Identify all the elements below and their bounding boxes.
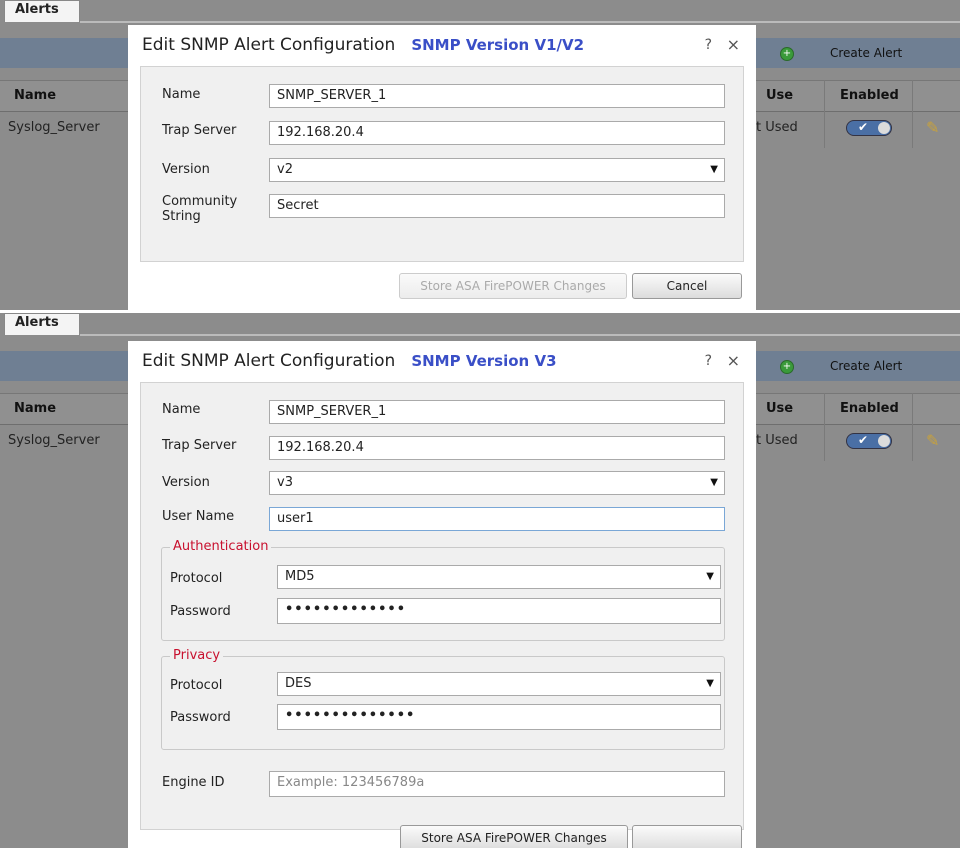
auth-protocol-label: Protocol [170, 571, 223, 586]
dialog-form: Name SNMP_SERVER_1 Trap Server 192.168.2… [140, 382, 744, 830]
edit-pencil-icon[interactable]: ✎ [926, 431, 939, 450]
version-label: Version [162, 162, 210, 177]
user-name-input[interactable]: user1 [269, 507, 725, 531]
store-changes-button[interactable]: Store ASA FirePOWER Changes [399, 273, 627, 299]
tab-divider [80, 21, 960, 23]
add-icon[interactable]: + [780, 47, 794, 61]
create-alert-button[interactable]: Create Alert [830, 46, 902, 60]
user-name-label: User Name [162, 509, 235, 524]
privacy-protocol-select[interactable]: DES [277, 672, 721, 696]
auth-protocol-select[interactable]: MD5 [277, 565, 721, 589]
create-alert-button[interactable]: Create Alert [830, 359, 902, 373]
community-string-input[interactable]: Secret [269, 194, 725, 218]
column-header-enabled[interactable]: Enabled [840, 401, 899, 416]
edit-snmp-dialog: Edit SNMP Alert Configuration SNMP Versio… [128, 341, 756, 848]
cancel-button[interactable] [632, 825, 742, 848]
snmp-version-note: SNMP Version V3 [411, 352, 557, 370]
dialog-title: Edit SNMP Alert Configuration SNMP Versio… [142, 351, 557, 371]
auth-password-input[interactable]: ••••••••••••• [277, 598, 721, 624]
dialog-title-text: Edit SNMP Alert Configuration [142, 351, 396, 371]
add-icon[interactable]: + [780, 360, 794, 374]
close-icon[interactable]: × [727, 35, 740, 54]
column-header-enabled[interactable]: Enabled [840, 88, 899, 103]
version-label: Version [162, 475, 210, 490]
name-label: Name [162, 402, 201, 417]
auth-password-label: Password [170, 604, 231, 619]
column-header-name[interactable]: Name [14, 401, 56, 416]
name-input[interactable]: SNMP_SERVER_1 [269, 84, 725, 108]
column-header-use[interactable]: Use [766, 88, 793, 103]
row-use: t Used [756, 433, 798, 448]
dialog-form: Name SNMP_SERVER_1 Trap Server 192.168.2… [140, 66, 744, 262]
toggle-knob [878, 122, 890, 134]
snmp-version-note: SNMP Version V1/V2 [411, 36, 585, 54]
version-select[interactable]: v2 [269, 158, 725, 182]
column-divider [824, 393, 825, 461]
store-changes-button[interactable]: Store ASA FirePOWER Changes [400, 825, 628, 848]
column-divider [824, 80, 825, 148]
row-use: t Used [756, 120, 798, 135]
column-header-name[interactable]: Name [14, 88, 56, 103]
privacy-protocol-label: Protocol [170, 678, 223, 693]
check-icon: ✔ [858, 433, 869, 447]
row-name: Syslog_Server [8, 120, 100, 135]
community-string-label: Community String [162, 194, 238, 224]
privacy-password-label: Password [170, 710, 231, 725]
column-divider [912, 393, 913, 461]
name-label: Name [162, 87, 201, 102]
cancel-button[interactable]: Cancel [632, 273, 742, 299]
privacy-password-input[interactable]: •••••••••••••• [277, 704, 721, 730]
version-select[interactable]: v3 [269, 471, 725, 495]
close-icon[interactable]: × [727, 351, 740, 370]
snmp-v3-panel: Alerts + Create Alert Name Use Enabled S… [0, 313, 960, 848]
check-icon: ✔ [858, 120, 869, 134]
name-input[interactable]: SNMP_SERVER_1 [269, 400, 725, 424]
engine-id-input[interactable]: Example: 123456789a [269, 771, 725, 797]
enabled-toggle[interactable]: ✔ [846, 433, 892, 449]
dialog-title-text: Edit SNMP Alert Configuration [142, 35, 396, 55]
engine-id-label: Engine ID [162, 775, 225, 790]
trap-server-label: Trap Server [162, 438, 237, 453]
row-name: Syslog_Server [8, 433, 100, 448]
alerts-tab[interactable]: Alerts [4, 0, 80, 22]
column-divider [912, 80, 913, 148]
trap-server-input[interactable]: 192.168.20.4 [269, 121, 725, 145]
authentication-group: Authentication Protocol MD5 Password •••… [161, 539, 725, 641]
privacy-legend: Privacy [170, 648, 224, 663]
privacy-group: Privacy Protocol DES Password ••••••••••… [161, 648, 725, 750]
help-icon[interactable]: ? [705, 353, 712, 369]
dialog-title: Edit SNMP Alert Configuration SNMP Versio… [142, 35, 584, 55]
tab-divider [80, 334, 960, 336]
toggle-knob [878, 435, 890, 447]
edit-pencil-icon[interactable]: ✎ [926, 118, 939, 137]
enabled-toggle[interactable]: ✔ [846, 120, 892, 136]
alerts-tab[interactable]: Alerts [4, 313, 80, 335]
trap-server-input[interactable]: 192.168.20.4 [269, 436, 725, 460]
column-header-use[interactable]: Use [766, 401, 793, 416]
trap-server-label: Trap Server [162, 123, 237, 138]
help-icon[interactable]: ? [705, 37, 712, 53]
snmp-v1v2-panel: Alerts + Create Alert Name Use Enabled S… [0, 0, 960, 310]
edit-snmp-dialog: Edit SNMP Alert Configuration SNMP Versio… [128, 25, 756, 310]
authentication-legend: Authentication [170, 539, 272, 554]
